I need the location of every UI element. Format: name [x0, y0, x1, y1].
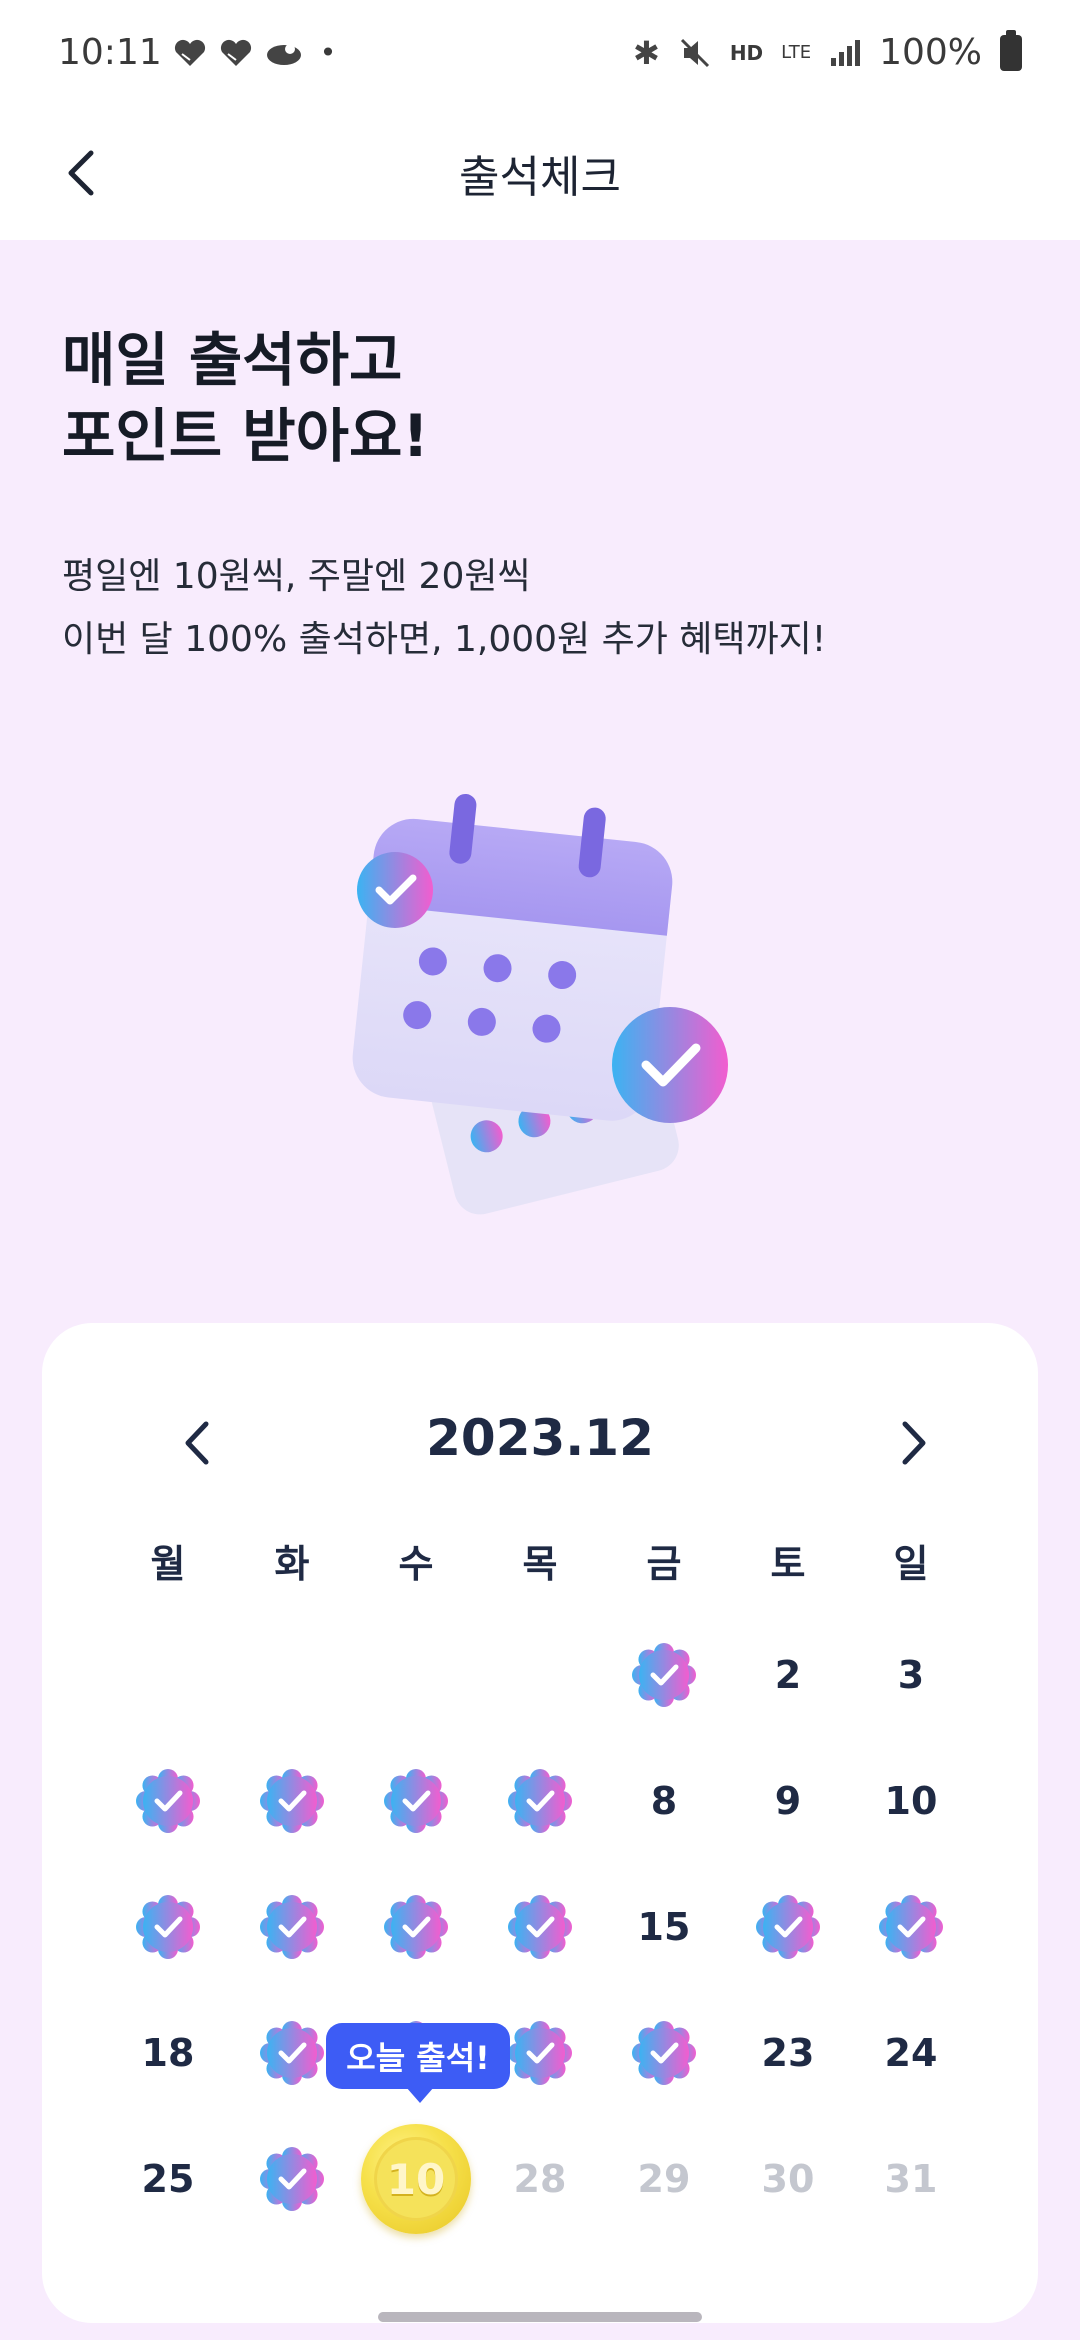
weekday-label: 일 [893, 1542, 929, 1586]
check-badge-icon [508, 1769, 572, 1833]
battery-icon [1000, 29, 1022, 71]
cloud-hand-icon [266, 43, 301, 65]
day-cell-checked[interactable] [614, 2003, 714, 2103]
description-line-2: 이번 달 100% 출석하면, 1,000원 추가 혜택까지! [62, 619, 827, 660]
hero-description: 평일엔 10원씩, 주말엔 20원씩 이번 달 100% 출석하면, 1,000… [62, 545, 826, 671]
day-cell[interactable]: 23 [738, 2003, 838, 2103]
page-title: 출석체크 [459, 151, 621, 203]
weekday-label: 토 [770, 1542, 806, 1586]
day-cell[interactable]: 8 [614, 1751, 714, 1851]
check-badge-icon [384, 1769, 448, 1833]
coin-value: 10 [374, 2137, 458, 2221]
month-title: 2023.12 [426, 1409, 654, 1467]
day-cell[interactable]: 18 [118, 2003, 218, 2103]
chevron-right-icon [902, 1421, 926, 1465]
hd-voice-label: HD [729, 40, 764, 65]
day-cell[interactable]: 24 [861, 2003, 961, 2103]
calendar-illustration [352, 793, 728, 1215]
check-badge-icon [632, 1643, 696, 1707]
weekday-label: 목 [522, 1542, 558, 1586]
chevron-left-icon [68, 150, 94, 196]
check-badge-icon [632, 2021, 696, 2085]
status-bar: 10:11 • ✱ HD LTE 100% [0, 0, 1080, 105]
chevron-left-icon [185, 1421, 209, 1465]
signal-icon [831, 39, 861, 66]
notification-dot: • [319, 36, 337, 69]
status-time: 10:11 [58, 32, 162, 73]
check-badge-icon [136, 1769, 200, 1833]
headline-line-2: 포인트 받아요! [62, 402, 429, 470]
back-button[interactable] [50, 133, 110, 213]
heart-hand-icon [220, 39, 251, 66]
check-badge-icon [260, 2021, 324, 2085]
day-cell-checked[interactable] [242, 1751, 342, 1851]
day-cell[interactable]: 25 [118, 2129, 218, 2229]
check-badge-icon [260, 2147, 324, 2211]
today-tooltip: 오늘 출석! [326, 2023, 510, 2103]
day-cell[interactable]: 2 [738, 1625, 838, 1725]
day-cell-checked[interactable] [366, 1877, 466, 1977]
check-badge-icon [136, 1895, 200, 1959]
day-cell-future: 30 [761, 2157, 815, 2201]
day-cell-checked[interactable] [614, 1625, 714, 1725]
status-right: ✱ HD LTE 100% [633, 29, 1022, 73]
day-cell-checked[interactable] [242, 2129, 342, 2229]
day-cell-future: 29 [637, 2157, 691, 2201]
attendance-calendar-card: 2023.12 월화수목금토일 2 3 8 9 10 15 18 23 24 25 28 29 30 31… [42, 1323, 1038, 2323]
day-cell[interactable]: 15 [614, 1877, 714, 1977]
battery-percent: 100% [879, 32, 982, 73]
mute-icon [680, 38, 709, 67]
headline-line-1: 매일 출석하고 [62, 326, 403, 394]
bluetooth-icon: ✱ [633, 33, 660, 72]
check-badge-icon [756, 1895, 820, 1959]
check-badge-icon [260, 1769, 324, 1833]
check-badge-icon [612, 1007, 728, 1123]
lte-label: LTE [781, 41, 812, 63]
prev-month-button[interactable] [167, 1413, 227, 1473]
day-cell-checked[interactable] [366, 1751, 466, 1851]
check-badge-icon [260, 1895, 324, 1959]
heart-hand-icon [174, 39, 205, 66]
weekday-label: 수 [398, 1542, 434, 1586]
day-cell-checked[interactable] [242, 1877, 342, 1977]
status-left: 10:11 • [58, 32, 336, 73]
check-badge-icon [879, 1895, 943, 1959]
day-cell[interactable]: 10 [861, 1751, 961, 1851]
day-cell-checked[interactable] [118, 1877, 218, 1977]
next-month-button[interactable] [884, 1413, 944, 1473]
check-badge-icon [384, 1895, 448, 1959]
day-cell[interactable]: 9 [738, 1751, 838, 1851]
weekday-label: 금 [646, 1542, 682, 1586]
check-badge-icon [508, 1895, 572, 1959]
day-cell-checked[interactable] [490, 1877, 590, 1977]
home-indicator[interactable] [378, 2312, 702, 2322]
day-cell-future: 28 [513, 2157, 567, 2201]
app-bar: 출석체크 [0, 105, 1080, 240]
today-coin-button[interactable]: 10 [361, 2124, 471, 2234]
weekday-label: 화 [274, 1542, 310, 1586]
check-badge-icon [508, 2021, 572, 2085]
weekday-label: 월 [150, 1542, 186, 1586]
day-cell-checked[interactable] [738, 1877, 838, 1977]
day-cell-future: 31 [884, 2157, 938, 2201]
description-line-1: 평일엔 10원씩, 주말엔 20원씩 [62, 556, 531, 597]
day-cell-checked[interactable] [490, 1751, 590, 1851]
day-cell-checked[interactable] [118, 1751, 218, 1851]
hero-headline: 매일 출석하고 포인트 받아요! [62, 322, 429, 474]
day-cell-checked[interactable] [861, 1877, 961, 1977]
month-header: 2023.12 [42, 1393, 1038, 1483]
day-cell[interactable]: 3 [861, 1625, 961, 1725]
check-badge-icon [357, 852, 433, 928]
